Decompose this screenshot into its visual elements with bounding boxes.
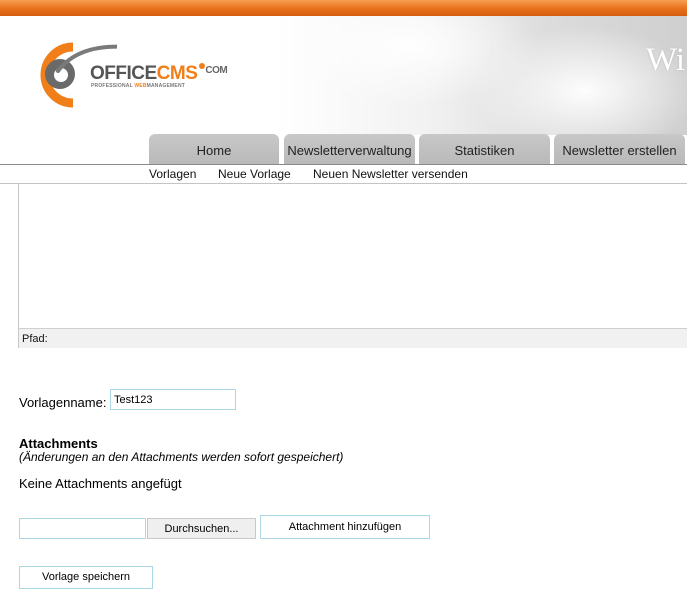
brand-tagline: PROFESSIONAL WEBMANAGEMENT — [91, 83, 185, 89]
subnav-newsletter-versenden[interactable]: Neuen Newsletter versenden — [313, 167, 468, 181]
path-label: Pfad: — [22, 333, 48, 345]
brand-com: COM — [205, 65, 228, 76]
file-path-input[interactable] — [19, 518, 146, 539]
template-name-input[interactable] — [110, 389, 236, 410]
subnav-vorlagen[interactable]: Vorlagen — [149, 167, 196, 181]
brand-cms: CMS — [156, 63, 198, 84]
brand-office: OFFICE — [90, 63, 157, 84]
tagline-pre: PROFESSIONAL — [91, 83, 135, 89]
attachments-heading: Attachments — [19, 436, 98, 451]
top-orange-bar — [0, 0, 687, 16]
add-attachment-button[interactable]: Attachment hinzufügen — [260, 515, 430, 539]
attachments-note: (Änderungen an den Attachments werden so… — [19, 450, 344, 464]
tab-newsletter-erstellen[interactable]: Newsletter erstellen — [554, 134, 685, 164]
browse-button[interactable]: Durchsuchen... — [147, 518, 256, 539]
subnav-neue-vorlage[interactable]: Neue Vorlage — [218, 167, 291, 181]
template-name-label: Vorlagenname: — [19, 395, 107, 410]
editor-content-area[interactable] — [18, 184, 687, 348]
nav-divider — [0, 164, 687, 165]
header-title: Wi — [646, 42, 685, 78]
tab-home[interactable]: Home — [149, 134, 279, 164]
editor-path-bar: Pfad: — [19, 328, 687, 348]
tab-statistiken[interactable]: Statistiken — [419, 134, 550, 164]
tagline-post: MANAGEMENT — [146, 83, 186, 89]
tagline-highlight: WEB — [134, 83, 147, 89]
attachments-empty-text: Keine Attachments angefügt — [19, 476, 182, 491]
brand-wordmark: OFFICECMS COM — [90, 63, 228, 85]
save-template-button[interactable]: Vorlage speichern — [19, 566, 153, 589]
tab-newsletterverwaltung[interactable]: Newsletterverwaltung — [284, 134, 415, 164]
